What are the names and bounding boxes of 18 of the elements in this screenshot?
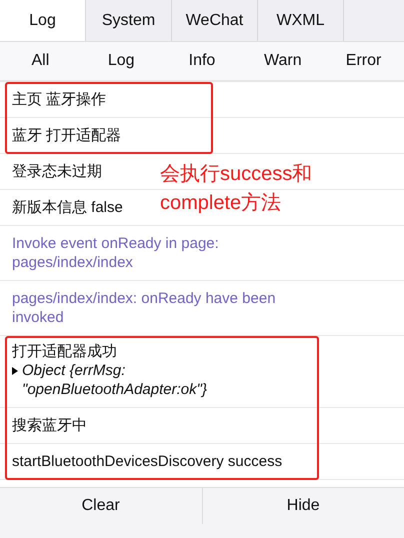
filter-tab[interactable]: Log <box>80 52 162 70</box>
log-text: 新版本信息 false <box>12 198 123 217</box>
filter-tab[interactable]: Warn <box>242 52 324 70</box>
filter-tab[interactable]: Info <box>162 52 242 70</box>
annotation-note: 会执行success和complete方法 <box>160 162 314 216</box>
log-text: 登录态未过期 <box>12 162 102 181</box>
tab[interactable]: Log <box>0 0 86 41</box>
filter-tab[interactable]: Error <box>323 52 404 70</box>
log-text: startBluetoothDevicesDiscovery success <box>12 452 282 471</box>
expand-triangle-icon[interactable] <box>12 367 18 375</box>
log-object[interactable]: Object {errMsg: "openBluetoothAdapter:ok"} <box>22 361 242 399</box>
filter-tab[interactable]: All <box>0 52 81 70</box>
log-text: 主页 蓝牙操作 <box>12 90 106 109</box>
log-text: 打开适配器成功 <box>12 342 117 361</box>
log-text: pages/index/index: onReady have been invoked <box>12 289 277 327</box>
log-text: 蓝牙 打开适配器 <box>12 126 122 145</box>
log-text: Invoke event onReady in page: pages/index/index <box>12 234 220 272</box>
log-text: 搜索蓝牙中 <box>12 416 87 435</box>
